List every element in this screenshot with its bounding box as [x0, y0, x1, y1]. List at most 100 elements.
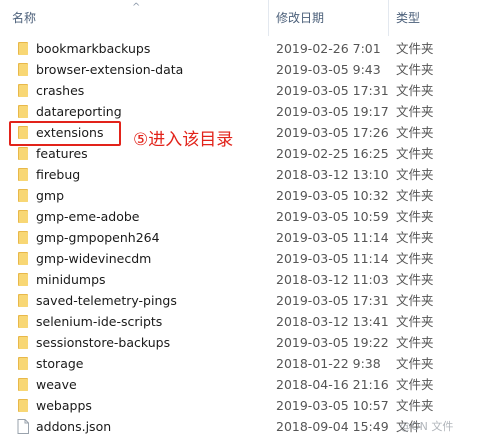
item-type: 文件夹 — [396, 125, 434, 140]
item-date-modified: 2018-04-16 21:16 — [276, 377, 389, 392]
list-item[interactable]: browser-extension-data 2019-03-05 9:43 文件夹 — [0, 59, 486, 80]
item-name[interactable]: sessionstore-backups — [36, 332, 170, 353]
folder-icon — [17, 41, 29, 56]
folder-icon — [17, 377, 29, 392]
list-item[interactable]: gmp-eme-adobe 2019-03-05 10:59 文件夹 — [0, 206, 486, 227]
item-date-modified: 2019-03-05 17:31 — [276, 293, 389, 308]
folder-icon — [17, 62, 29, 77]
item-date-modified: 2019-03-05 11:14 — [276, 230, 389, 245]
folder-icon — [17, 251, 29, 266]
list-item[interactable]: selenium-ide-scripts 2018-03-12 13:41 文件夹 — [0, 311, 486, 332]
highlight-box — [9, 121, 121, 146]
item-name[interactable]: saved-telemetry-pings — [36, 290, 177, 311]
item-type: 文件夹 — [396, 272, 434, 287]
item-name[interactable]: gmp — [36, 185, 64, 206]
item-date-modified: 2019-02-26 7:01 — [276, 41, 381, 56]
list-item[interactable]: minidumps 2018-03-12 11:03 文件夹 — [0, 269, 486, 290]
item-type: 文件夹 — [396, 104, 434, 119]
item-type: 文件夹 — [396, 230, 434, 245]
folder-icon — [17, 272, 29, 287]
item-date-modified: 2019-03-05 19:22 — [276, 335, 389, 350]
item-name[interactable]: firebug — [36, 164, 80, 185]
list-item[interactable]: weave 2018-04-16 21:16 文件夹 — [0, 374, 486, 395]
item-name[interactable]: crashes — [36, 80, 84, 101]
list-item[interactable]: bookmarkbackups 2019-02-26 7:01 文件夹 — [0, 38, 486, 59]
item-name[interactable]: gmp-gmpopenh264 — [36, 227, 160, 248]
column-header-type[interactable]: 类型 — [396, 0, 484, 36]
file-explorer-window: ^ 名称 修改日期 类型 bookmarkbackups 2019-02-26 7… — [0, 0, 486, 441]
item-name[interactable]: browser-extension-data — [36, 59, 183, 80]
item-name[interactable]: datareporting — [36, 101, 122, 122]
item-date-modified: 2019-03-05 9:43 — [276, 62, 381, 77]
item-type: 文件夹 — [396, 251, 434, 266]
list-item[interactable]: features 2019-02-25 16:25 文件夹 — [0, 143, 486, 164]
column-header-name[interactable]: 名称 — [12, 0, 266, 36]
item-type: 文件夹 — [396, 146, 434, 161]
watermark: @ON 文件 — [400, 420, 454, 433]
list-item[interactable]: gmp-widevinecdm 2019-03-05 11:14 文件夹 — [0, 248, 486, 269]
column-divider[interactable] — [268, 0, 269, 36]
item-date-modified: 2019-03-05 10:59 — [276, 209, 389, 224]
folder-icon — [17, 167, 29, 182]
item-date-modified: 2019-03-05 11:14 — [276, 251, 389, 266]
folder-icon — [17, 230, 29, 245]
item-date-modified: 2018-09-04 15:49 — [276, 419, 389, 434]
item-name[interactable]: features — [36, 143, 88, 164]
list-item[interactable]: gmp-gmpopenh264 2019-03-05 11:14 文件夹 — [0, 227, 486, 248]
item-name[interactable]: storage — [36, 353, 84, 374]
item-date-modified: 2019-03-05 10:32 — [276, 188, 389, 203]
item-name[interactable]: bookmarkbackups — [36, 38, 150, 59]
item-date-modified: 2019-03-05 17:31 — [276, 83, 389, 98]
list-item[interactable]: saved-telemetry-pings 2019-03-05 17:31 文件夹 — [0, 290, 486, 311]
list-item[interactable]: gmp 2019-03-05 10:32 文件夹 — [0, 185, 486, 206]
item-type: 文件夹 — [396, 83, 434, 98]
file-list: bookmarkbackups 2019-02-26 7:01 文件夹 browser… — [0, 38, 486, 437]
folder-icon — [17, 314, 29, 329]
folder-icon — [17, 83, 29, 98]
item-date-modified: 2018-03-12 13:41 — [276, 314, 389, 329]
item-name[interactable]: minidumps — [36, 269, 106, 290]
column-header-bar: ^ 名称 修改日期 类型 — [0, 0, 486, 36]
list-item[interactable]: datareporting 2019-03-05 19:17 文件夹 — [0, 101, 486, 122]
folder-icon — [17, 335, 29, 350]
item-date-modified: 2019-03-05 17:26 — [276, 125, 389, 140]
item-type: 文件夹 — [396, 356, 434, 371]
list-item[interactable]: sessionstore-backups 2019-03-05 19:22 文件夹 — [0, 332, 486, 353]
item-name[interactable]: gmp-widevinecdm — [36, 248, 151, 269]
item-type: 文件夹 — [396, 314, 434, 329]
item-type: 文件夹 — [396, 167, 434, 182]
list-item[interactable]: webapps 2019-03-05 10:57 文件夹 — [0, 395, 486, 416]
list-item[interactable]: firebug 2018-03-12 13:10 文件夹 — [0, 164, 486, 185]
column-header-date-modified[interactable]: 修改日期 — [276, 0, 388, 36]
item-date-modified: 2018-03-12 11:03 — [276, 272, 389, 287]
item-type: 文件夹 — [396, 62, 434, 77]
list-item[interactable]: crashes 2019-03-05 17:31 文件夹 — [0, 80, 486, 101]
item-type: 文件夹 — [396, 293, 434, 308]
item-date-modified: 2019-03-05 19:17 — [276, 104, 389, 119]
item-type: 文件夹 — [396, 209, 434, 224]
folder-icon — [17, 188, 29, 203]
folder-icon — [17, 398, 29, 413]
item-date-modified: 2019-03-05 10:57 — [276, 398, 389, 413]
item-date-modified: 2018-03-12 13:10 — [276, 167, 389, 182]
folder-icon — [17, 293, 29, 308]
item-name[interactable]: selenium-ide-scripts — [36, 311, 162, 332]
item-type: 文件夹 — [396, 398, 434, 413]
list-item[interactable]: storage 2018-01-22 9:38 文件夹 — [0, 353, 486, 374]
item-type: 文件夹 — [396, 335, 434, 350]
item-name[interactable]: gmp-eme-adobe — [36, 206, 140, 227]
column-divider[interactable] — [388, 0, 389, 36]
item-name[interactable]: weave — [36, 374, 77, 395]
folder-icon — [17, 209, 29, 224]
item-name[interactable]: webapps — [36, 395, 92, 416]
file-icon — [17, 419, 29, 434]
item-type: 文件夹 — [396, 377, 434, 392]
step-annotation: ⑤进入该目录 — [133, 130, 234, 150]
folder-icon — [17, 146, 29, 161]
item-date-modified: 2019-02-25 16:25 — [276, 146, 389, 161]
item-type: 文件夹 — [396, 188, 434, 203]
item-date-modified: 2018-01-22 9:38 — [276, 356, 381, 371]
item-name[interactable]: addons.json — [36, 416, 111, 437]
item-type: 文件夹 — [396, 41, 434, 56]
folder-icon — [17, 356, 29, 371]
